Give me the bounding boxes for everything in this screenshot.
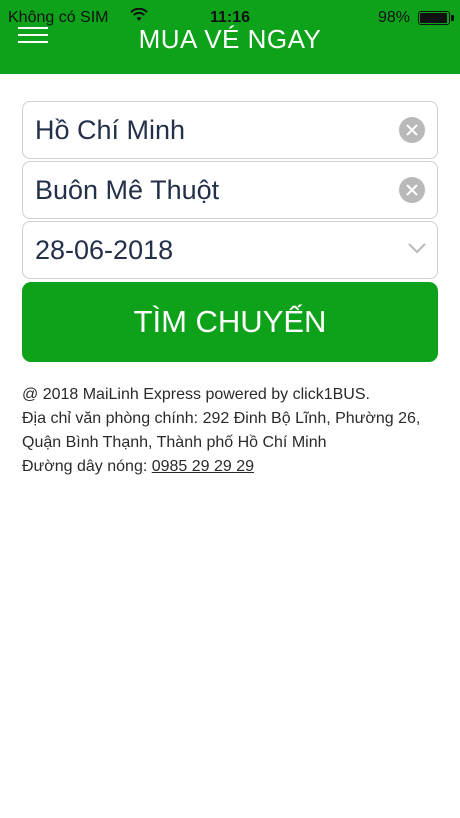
destination-field[interactable] xyxy=(22,161,438,219)
hotline-row: Đường dây nóng: 0985 29 29 29 xyxy=(22,455,442,479)
clear-origin-icon[interactable] xyxy=(399,117,425,143)
search-trips-button[interactable]: TÌM CHUYẾN xyxy=(22,282,438,362)
chevron-down-icon[interactable] xyxy=(407,241,427,255)
copyright-line: @ 2018 MaiLinh Express powered by click1… xyxy=(22,386,370,403)
date-input[interactable] xyxy=(35,222,395,278)
address-line-1: Địa chỉ văn phòng chính: 292 Đinh Bộ Lĩn… xyxy=(22,410,421,427)
date-field[interactable] xyxy=(22,221,438,279)
origin-input[interactable] xyxy=(35,102,395,158)
page-title: MUA VÉ NGAY xyxy=(138,24,322,54)
battery-fill xyxy=(420,13,448,23)
hotline-label: Đường dây nóng: xyxy=(22,458,152,475)
battery-icon xyxy=(418,11,450,25)
origin-field[interactable] xyxy=(22,101,438,159)
company-info: @ 2018 MaiLinh Express powered by click1… xyxy=(22,383,442,479)
clear-destination-icon[interactable] xyxy=(399,177,425,203)
address-line-2: Quận Bình Thạnh, Thành phố Hồ Chí Minh xyxy=(22,434,327,451)
app-header: Không có SIM 11:16 98% MUA VÉ NGAY xyxy=(0,0,460,74)
destination-input[interactable] xyxy=(35,162,395,218)
hotline-phone-link[interactable]: 0985 29 29 29 xyxy=(152,458,254,475)
battery-nub xyxy=(451,15,454,21)
